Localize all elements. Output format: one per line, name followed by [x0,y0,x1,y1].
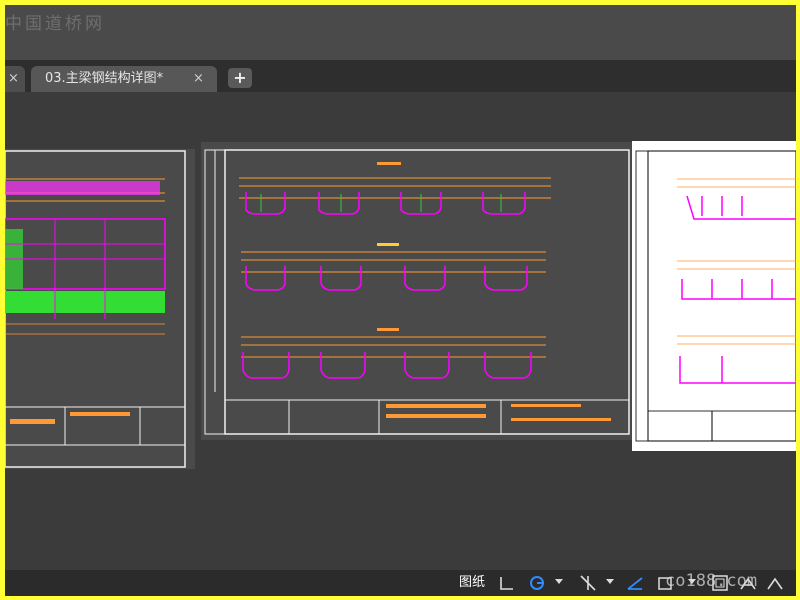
drawing-sheet-3[interactable] [632,141,796,451]
tab-previous-close-icon[interactable]: × [8,66,19,92]
drawing-sheet-1[interactable] [5,149,195,469]
ortho-mode-icon[interactable] [497,573,517,593]
document-tab-bar: × 03.主梁钢结构详图* × [5,60,796,92]
isometric-drafting-icon[interactable] [625,573,645,593]
polar-tracking-icon[interactable] [527,573,547,593]
new-tab-button[interactable]: + [228,68,252,88]
polar-tracking-dropdown-icon[interactable] [555,579,563,584]
watermark-bottom: co188.com [665,571,758,591]
tab-previous-document[interactable]: × [5,66,25,92]
tab-close-icon[interactable]: × [193,66,204,92]
paper-space-button[interactable]: 图纸 [452,573,492,593]
annotation-visibility-icon[interactable] [765,573,785,593]
drawing-canvas[interactable] [5,92,796,570]
drawing-sheet-2[interactable] [201,142,633,440]
tab-main-beam-steel-detail[interactable]: 03.主梁钢结构详图* × [31,66,217,92]
tab-label: 03.主梁钢结构详图* [45,71,164,86]
object-snap-tracking-icon[interactable] [578,573,598,593]
title-bar: 中国道桥网 [5,5,796,60]
watermark-top: 中国道桥网 [5,14,105,34]
cad-app-window: 中国道桥网 × 03.主梁钢结构详图* × + 图纸 [5,5,796,596]
snap-tracking-dropdown-icon[interactable] [606,579,614,584]
